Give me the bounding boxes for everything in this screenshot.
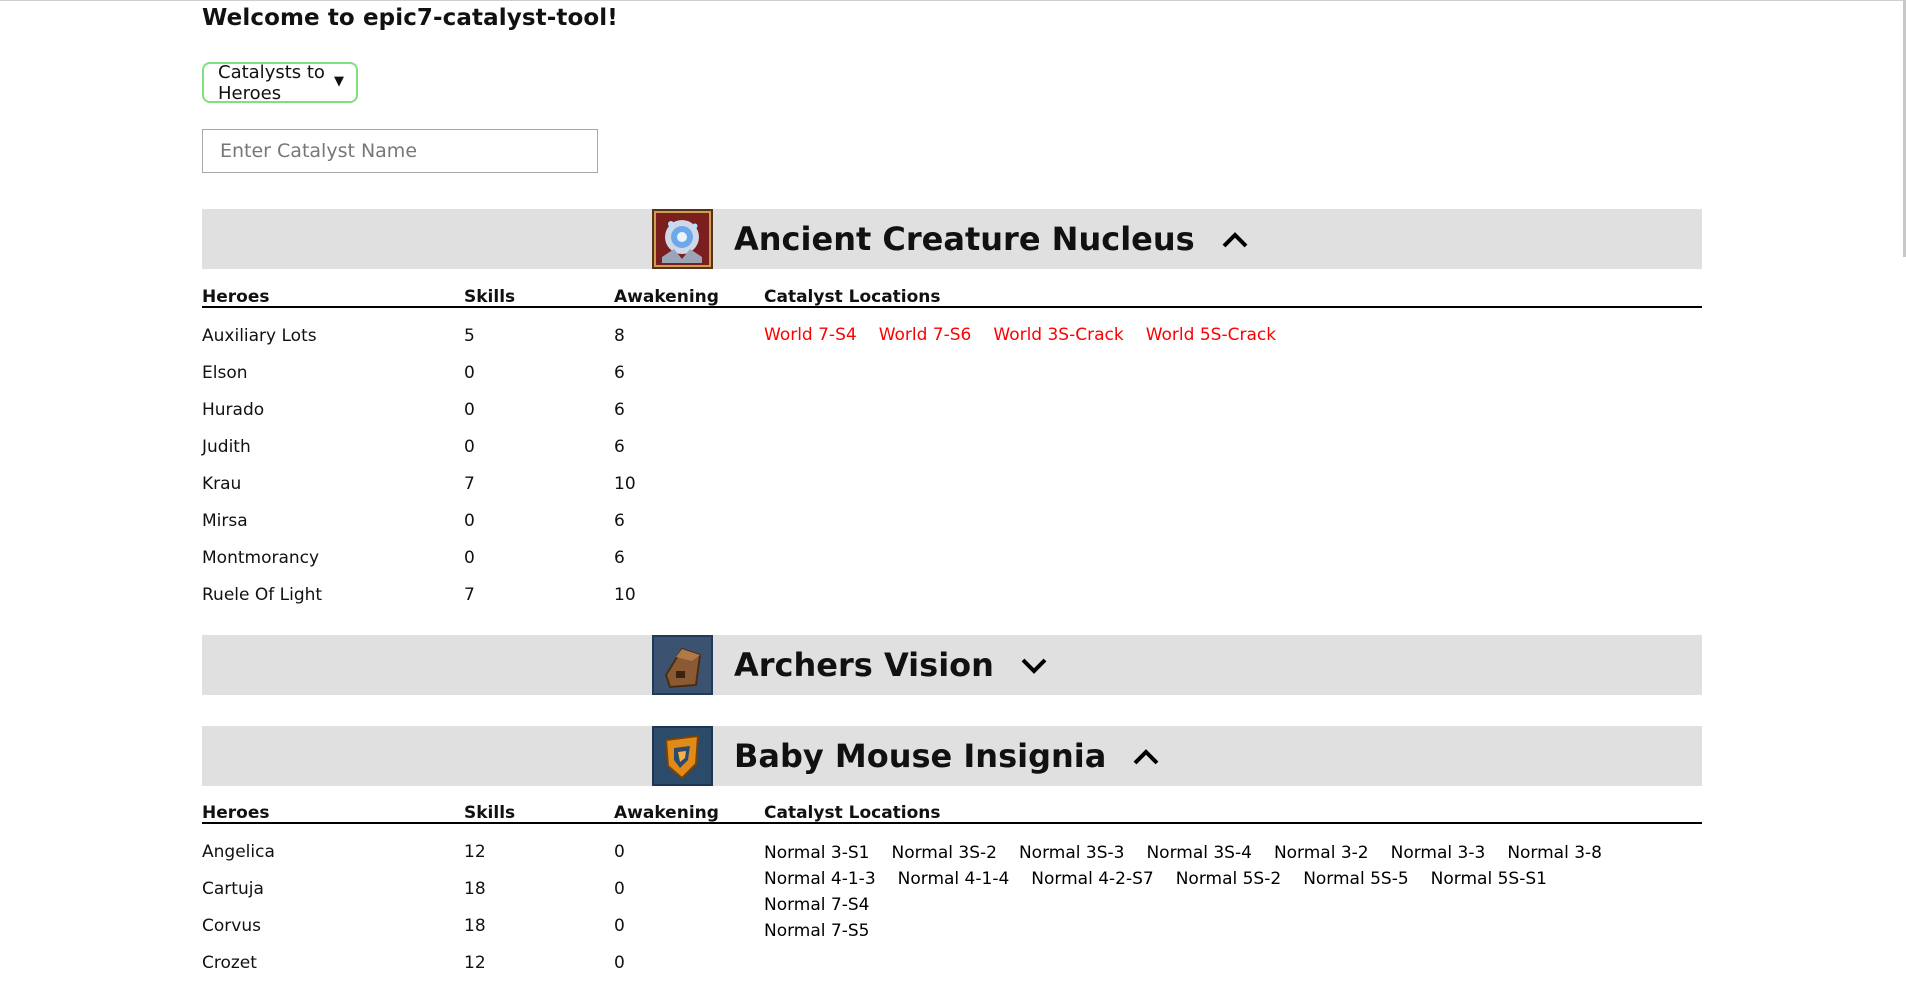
mode-select[interactable]: Catalysts to Heroes ▼ [202,62,358,104]
catalyst-title: Ancient Creature Nucleus [734,220,1249,260]
catalyst-locations: Normal 3-S1 Normal 3S-2 Normal 3S-3 Normal … [764,840,1664,944]
catalyst-title: Baby Mouse Insignia [734,737,1160,777]
hero-name: Montmorancy [202,548,320,568]
catalyst-name: Archers Vision [734,646,994,684]
catalyst-search-input[interactable] [202,129,598,173]
location-link[interactable]: Normal 4-2-S7 [1031,866,1153,892]
dropdown-caret-icon: ▼ [334,74,344,89]
location-link[interactable]: Normal 7-S5 [764,918,869,944]
location-link[interactable]: Normal 7-S4 [764,892,869,918]
hero-name: Krau [202,474,242,494]
hero-awakening: 6 [614,400,625,420]
hero-awakening: 6 [614,548,625,568]
locations-column-header: Catalyst Locations [764,803,941,823]
table-row: Mirsa 0 6 [202,511,1702,548]
location-link[interactable]: Normal 5S-S1 [1431,866,1547,892]
location-link[interactable]: Normal 3S-3 [1019,840,1124,866]
hero-awakening: 0 [614,879,625,899]
hero-name: Corvus [202,916,261,936]
location-link[interactable]: Normal 4-1-4 [898,866,1010,892]
hero-awakening: 0 [614,953,625,973]
table-row: Judith 0 6 [202,437,1702,474]
chevron-up-icon[interactable] [1221,219,1249,257]
hero-name: Auxiliary Lots [202,326,317,346]
heroes-column-header: Heroes [202,803,270,823]
location-link[interactable]: World 7-S6 [879,322,972,348]
location-link[interactable]: World 5S-Crack [1146,322,1276,348]
location-link[interactable]: Normal 3-8 [1507,840,1602,866]
hero-skills: 0 [464,437,475,457]
location-link[interactable]: Normal 3-3 [1391,840,1486,866]
hero-awakening: 6 [614,363,625,383]
heroes-column-header: Heroes [202,287,270,307]
hero-awakening: 10 [614,474,636,494]
location-link[interactable]: World 7-S4 [764,322,857,348]
hero-name: Cartuja [202,879,264,899]
location-link[interactable]: Normal 4-1-3 [764,866,876,892]
page-title: Welcome to epic7-catalyst-tool! [202,5,618,31]
hero-skills: 7 [464,585,475,605]
table-row: Hurado 0 6 [202,400,1702,437]
hero-awakening: 6 [614,437,625,457]
table-header: Heroes Skills Awakening Catalyst Locatio… [202,800,1702,824]
hero-skills: 0 [464,548,475,568]
awakening-column-header: Awakening [614,803,719,823]
location-link[interactable]: World 3S-Crack [993,322,1123,348]
hero-name: Angelica [202,842,275,862]
location-link[interactable]: Normal 5S-5 [1303,866,1408,892]
table-header: Heroes Skills Awakening Catalyst Locatio… [202,284,1702,308]
hero-name: Elson [202,363,248,383]
hero-awakening: 6 [614,511,625,531]
catalyst-header-ancient-creature-nucleus[interactable]: Ancient Creature Nucleus [202,209,1702,269]
hero-awakening: 8 [614,326,625,346]
hero-awakening: 10 [614,585,636,605]
table-row: Crozet 12 0 [202,953,1702,990]
table-row: Montmorancy 0 6 [202,548,1702,585]
skills-column-header: Skills [464,287,516,307]
location-link[interactable]: Normal 3-S1 [764,840,869,866]
ancient-creature-nucleus-icon [652,209,713,269]
hero-skills: 18 [464,916,486,936]
awakening-column-header: Awakening [614,287,719,307]
chevron-up-icon[interactable] [1132,736,1160,774]
catalyst-name: Ancient Creature Nucleus [734,220,1195,258]
skills-column-header: Skills [464,803,516,823]
baby-mouse-insignia-icon [652,726,713,786]
window-top-border [0,0,1906,1]
hero-name: Ruele Of Light [202,585,323,605]
hero-name: Hurado [202,400,265,420]
location-link[interactable]: Normal 5S-2 [1176,866,1281,892]
locations-column-header: Catalyst Locations [764,287,941,307]
hero-awakening: 0 [614,842,625,862]
hero-skills: 7 [464,474,475,494]
hero-skills: 5 [464,326,475,346]
archers-vision-icon [652,635,713,695]
catalyst-header-archers-vision[interactable]: Archers Vision [202,635,1702,695]
table-row: Ruele Of Light 7 10 [202,585,1702,622]
hero-skills: 12 [464,842,486,862]
location-link[interactable]: Normal 3-2 [1274,840,1369,866]
hero-name: Judith [202,437,251,457]
catalyst-locations: World 7-S4 World 7-S6 World 3S-Crack World … [764,322,1664,348]
table-row: Elson 0 6 [202,363,1702,400]
table-row: Krau 7 10 [202,474,1702,511]
hero-awakening: 0 [614,916,625,936]
location-link[interactable]: Normal 3S-2 [891,840,996,866]
catalyst-name: Baby Mouse Insignia [734,737,1107,775]
catalyst-header-baby-mouse-insignia[interactable]: Baby Mouse Insignia [202,726,1702,786]
hero-name: Mirsa [202,511,248,531]
hero-skills: 0 [464,511,475,531]
hero-skills: 18 [464,879,486,899]
chevron-down-icon[interactable] [1020,645,1048,683]
hero-skills: 0 [464,363,475,383]
catalyst-title: Archers Vision [734,646,1048,686]
hero-skills: 12 [464,953,486,973]
location-link[interactable]: Normal 3S-4 [1146,840,1251,866]
hero-skills: 0 [464,400,475,420]
hero-name: Crozet [202,953,257,973]
